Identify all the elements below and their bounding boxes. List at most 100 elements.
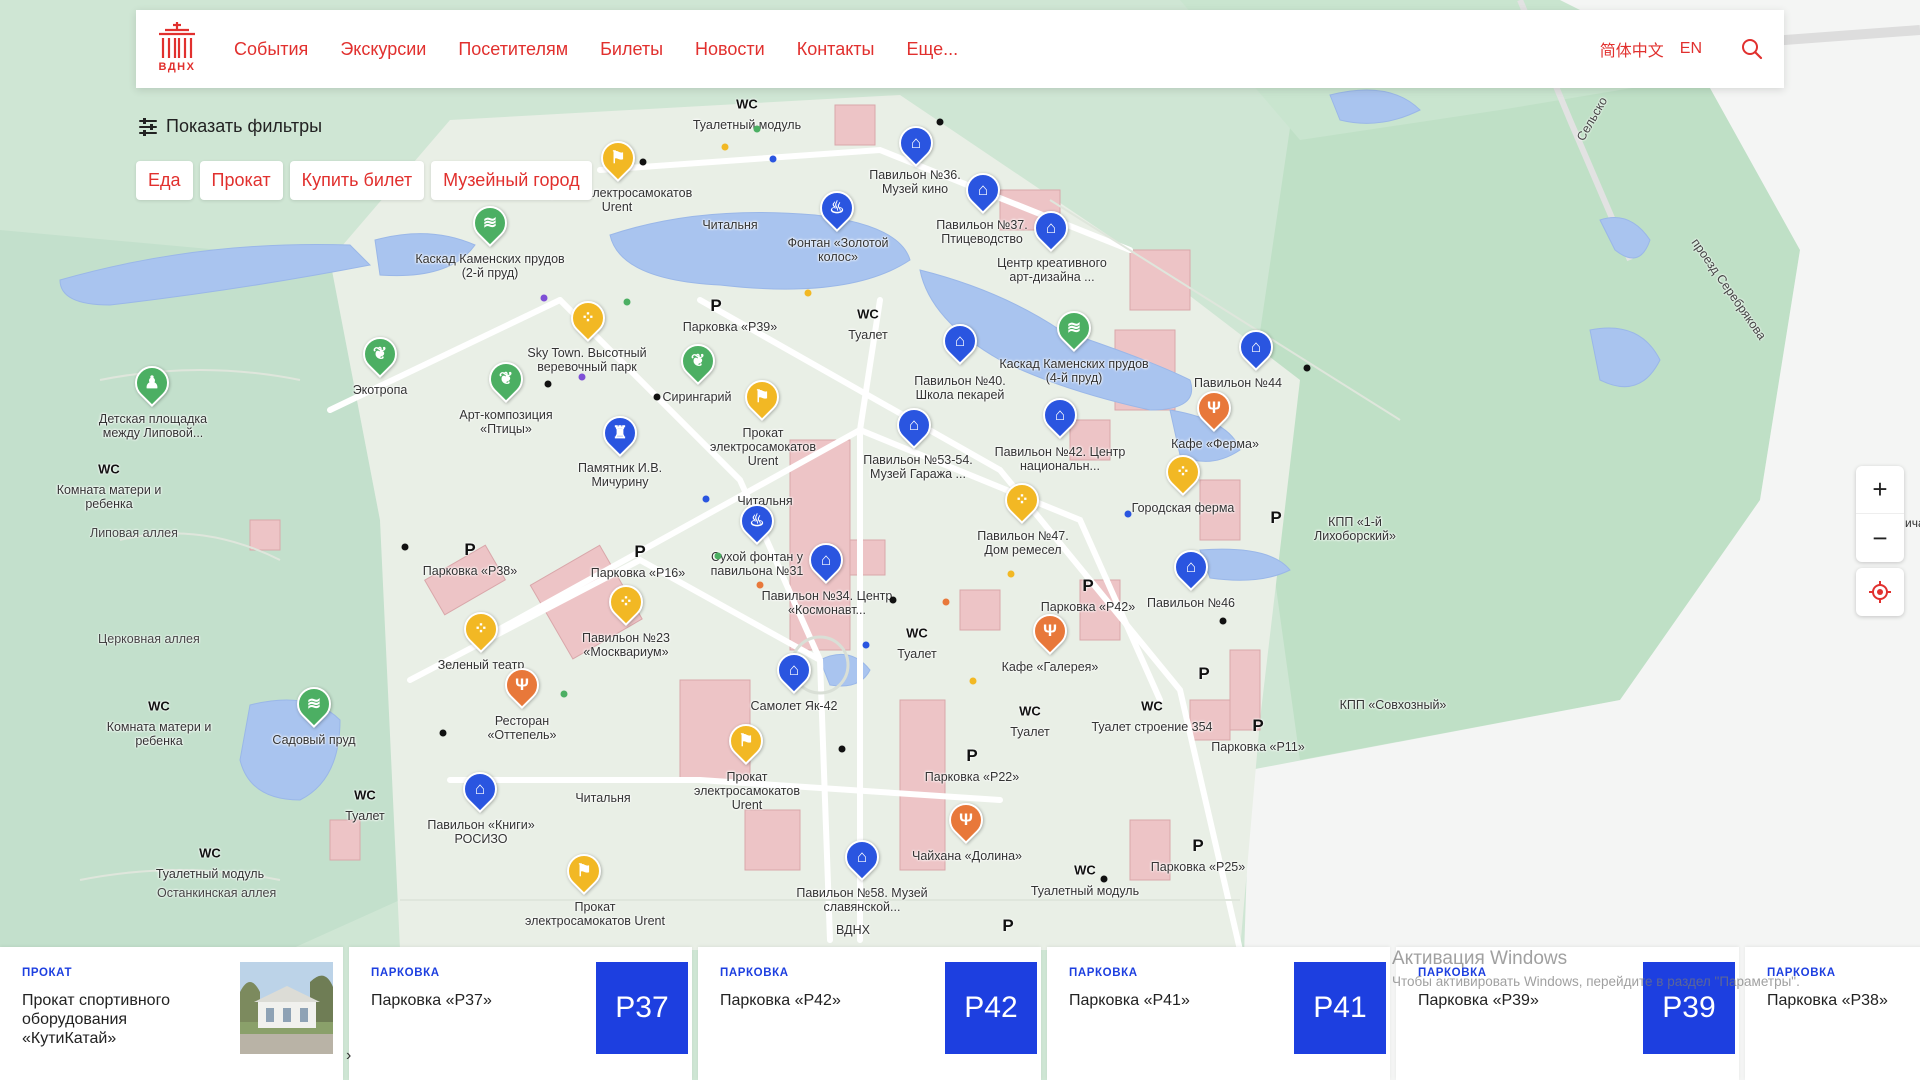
wc-icon[interactable]: WC: [98, 462, 120, 477]
map-label[interactable]: Прокат электросамокатов Urent: [520, 900, 670, 928]
museum-pin[interactable]: ⌂: [455, 764, 505, 814]
scooter-pin[interactable]: ⚑: [559, 846, 609, 896]
map-label[interactable]: Туалет: [848, 328, 888, 342]
museum-pin[interactable]: ⌂: [958, 165, 1008, 215]
parking-icon[interactable]: P: [1198, 664, 1209, 684]
parking-icon[interactable]: P: [1082, 576, 1093, 596]
poi-dot[interactable]: [753, 125, 761, 133]
lang-chinese[interactable]: 简体中文: [1600, 37, 1664, 61]
museum-pin[interactable]: ⌂: [889, 400, 939, 450]
parking-icon[interactable]: P: [710, 296, 721, 316]
wc-icon[interactable]: WC: [1074, 863, 1096, 878]
map-label[interactable]: Туалет: [1010, 725, 1050, 739]
poi-dot[interactable]: [714, 552, 722, 560]
map-label[interactable]: Павильон №40. Школа пекарей: [905, 374, 1015, 402]
poi-dot[interactable]: [639, 158, 647, 166]
map-label[interactable]: Парковка «Р25»: [1151, 860, 1245, 874]
museum-pin[interactable]: ⌂: [891, 118, 941, 168]
chip-food[interactable]: Еда: [136, 161, 193, 200]
cafe-pin[interactable]: Ψ: [497, 660, 547, 710]
map-label[interactable]: Парковка «Р22»: [925, 770, 1019, 784]
zoom-out-button[interactable]: −: [1856, 514, 1904, 562]
map-label[interactable]: Самолет Як-42: [751, 699, 838, 713]
map-label[interactable]: Детская площадка между Липовой...: [83, 412, 223, 440]
map-label[interactable]: Каскад Каменских прудов (4-й пруд): [994, 357, 1154, 385]
poi-dot[interactable]: [721, 143, 729, 151]
map-label[interactable]: КПП «1-й Лихоборский»: [1305, 515, 1405, 543]
map-label[interactable]: Туалет: [345, 809, 385, 823]
attraction-pin[interactable]: ⁘: [563, 293, 613, 343]
map-label[interactable]: Арт-композиция «Птицы»: [446, 408, 566, 436]
search-icon[interactable]: [1740, 37, 1764, 61]
cafe-pin[interactable]: Ψ: [1025, 606, 1075, 656]
poi-dot[interactable]: [1124, 510, 1132, 518]
map-label[interactable]: Павильон №37. Птицеводство: [917, 218, 1047, 246]
place-card[interactable]: ПРОКАТ Прокат спортивного оборудования «…: [0, 947, 343, 1080]
poi-dot[interactable]: [769, 155, 777, 163]
nature-pin[interactable]: ≋: [289, 679, 339, 729]
poi-dot[interactable]: [936, 118, 944, 126]
wc-icon[interactable]: WC: [199, 846, 221, 861]
wc-icon[interactable]: WC: [354, 788, 376, 803]
place-card[interactable]: ПАРКОВКА Парковка «Р41» P41: [1047, 947, 1390, 1080]
map-label[interactable]: Павильон №34. Центр «Космонавт...: [757, 589, 897, 617]
parking-icon[interactable]: P: [1270, 508, 1281, 528]
map-label[interactable]: ВДНХ: [836, 923, 870, 937]
poi-dot[interactable]: [578, 373, 586, 381]
poi-dot[interactable]: [653, 393, 661, 401]
map-label[interactable]: Парковка «Р11»: [1211, 740, 1304, 754]
parking-icon[interactable]: P: [1192, 836, 1203, 856]
poi-dot[interactable]: [889, 596, 897, 604]
poi-dot[interactable]: [862, 641, 870, 649]
museum-pin[interactable]: ⌂: [769, 645, 819, 695]
map-label[interactable]: Центр креативного арт-дизайна ...: [987, 256, 1117, 284]
poi-dot[interactable]: [1219, 617, 1227, 625]
poi-dot[interactable]: [1303, 364, 1311, 372]
map-label[interactable]: Комната матери и ребенка: [104, 720, 214, 748]
parking-icon[interactable]: P: [634, 542, 645, 562]
chip-rental[interactable]: Прокат: [199, 161, 283, 200]
map-label[interactable]: Чайхана «Долина»: [912, 849, 1022, 863]
map-label[interactable]: Памятник И.В. Мичурину: [565, 461, 675, 489]
map-label[interactable]: Туалетный модуль: [693, 118, 801, 132]
museum-pin[interactable]: ⌂: [1035, 390, 1085, 440]
poi-dot[interactable]: [560, 690, 568, 698]
map-label[interactable]: Павильон №23 «Москвариум»: [571, 631, 681, 659]
nav-tickets[interactable]: Билеты: [600, 39, 663, 60]
wc-icon[interactable]: WC: [1141, 699, 1163, 714]
map-label[interactable]: Фонтан «Золотой колос»: [778, 236, 898, 264]
monument-pin[interactable]: ♜: [595, 408, 645, 458]
map-label[interactable]: Павильон №53-54. Музей Гаража ...: [858, 453, 978, 481]
map-label[interactable]: Туалет строение 354: [1091, 720, 1212, 734]
nav-events[interactable]: События: [234, 39, 308, 60]
nav-visitors[interactable]: Посетителям: [458, 39, 568, 60]
attraction-pin[interactable]: ⁘: [997, 475, 1047, 525]
poi-dot[interactable]: [1100, 875, 1108, 883]
locate-me-button[interactable]: [1856, 568, 1904, 616]
poi-dot[interactable]: [540, 294, 548, 302]
map-label[interactable]: Экотропа: [353, 383, 408, 397]
map-label[interactable]: Туалетный модуль: [1031, 884, 1139, 898]
poi-dot[interactable]: [942, 598, 950, 606]
museum-pin[interactable]: ⌂: [1231, 322, 1281, 372]
map-label[interactable]: Парковка «Р39»: [683, 320, 777, 334]
poi-dot[interactable]: [804, 289, 812, 297]
nature-pin[interactable]: ❦: [355, 329, 405, 379]
map-label[interactable]: Sky Town. Высотный веревочный парк: [517, 346, 657, 374]
map-label[interactable]: Прокат электросамокатов Urent: [682, 770, 812, 812]
chevron-right-icon[interactable]: ›: [346, 1047, 351, 1065]
poi-dot[interactable]: [544, 380, 552, 388]
cafe-pin[interactable]: Ψ: [941, 795, 991, 845]
attraction-pin[interactable]: ⁘: [1158, 447, 1208, 497]
scooter-pin[interactable]: ⚑: [593, 133, 643, 183]
poi-dot[interactable]: [969, 677, 977, 685]
chip-museum-city[interactable]: Музейный город: [431, 161, 592, 200]
scooter-pin[interactable]: ⚑: [721, 716, 771, 766]
wc-icon[interactable]: WC: [736, 97, 758, 112]
wc-icon[interactable]: WC: [1019, 704, 1041, 719]
nature-pin[interactable]: ❦: [673, 336, 723, 386]
map-label[interactable]: Прокат электросамокатов Urent: [698, 426, 828, 468]
playground-pin[interactable]: ♟: [127, 358, 177, 408]
map-label[interactable]: Павильон «Книги» РОСИЗО: [426, 818, 536, 846]
lang-english[interactable]: EN: [1680, 40, 1702, 58]
